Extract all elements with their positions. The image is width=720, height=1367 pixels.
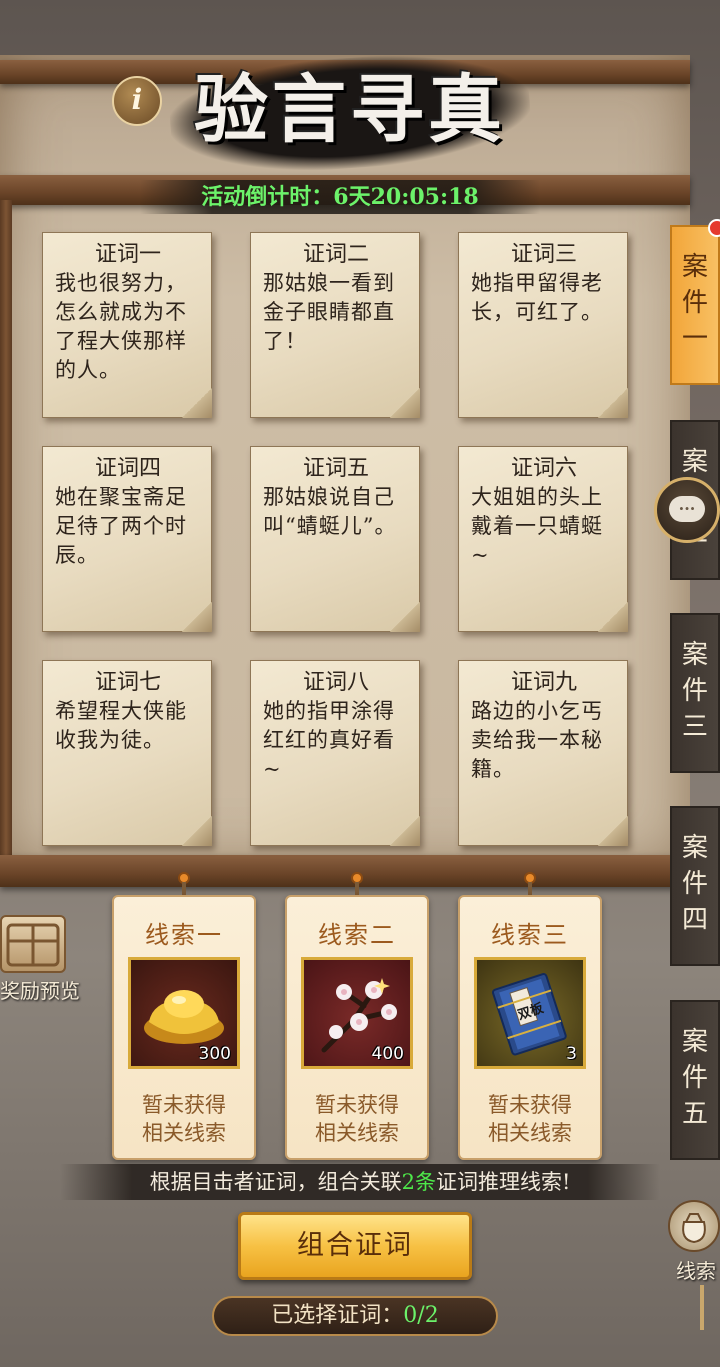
reward-preview-label[interactable]: 奖励预览: [0, 975, 90, 1004]
testimony-caption: 证词三: [510, 242, 577, 267]
clue-name: 线索一: [145, 921, 223, 949]
clue-status-line: 相关线索: [142, 1121, 226, 1145]
testimony-card-4[interactable]: 证词四 她在聚宝斋足足待了两个时辰。: [42, 446, 212, 632]
testimony-card-5[interactable]: 证词五 那姑娘说自己叫“蜻蜓儿”。: [250, 446, 420, 632]
chat-icon: ...: [669, 496, 705, 522]
paper-curl: [182, 816, 212, 846]
clue-card-3[interactable]: 线索三 双板 3 暂未获得 相关线索: [458, 895, 602, 1160]
countdown-timer: 活动倒计时：6天20:05:18: [140, 180, 540, 214]
testimony-card-8[interactable]: 证词八 她的指甲涂得红红的真好看~: [250, 660, 420, 846]
clue-bag-label[interactable]: 线索: [676, 1255, 720, 1284]
clue-card-2[interactable]: 线索二 400 暂未获得 相关线索: [285, 895, 429, 1160]
clue-name: 线索二: [318, 921, 396, 949]
selected-value: 0/2: [403, 1303, 439, 1328]
testimony-text: 我也很努力，怎么就成为不了程大侠那样的人。: [55, 271, 187, 382]
testimony-text: 大姐姐的头上戴着一只蜻蜓~: [471, 485, 603, 567]
paper-curl: [598, 816, 628, 846]
hint-suffix: 证词推理线索!: [435, 1170, 571, 1194]
paper-curl: [598, 602, 628, 632]
clue-item-frame[interactable]: 400: [301, 957, 413, 1069]
testimony-card-7[interactable]: 证词七 希望程大侠能收我为徒。: [42, 660, 212, 846]
tab-case-3[interactable]: 案件三: [670, 613, 720, 773]
testimony-caption: 证词六: [510, 456, 577, 481]
page-title: 验言寻真: [194, 67, 506, 153]
testimony-text: 她的指甲涂得红红的真好看~: [263, 699, 395, 781]
clue-item-frame[interactable]: 300: [128, 957, 240, 1069]
testimony-card-3[interactable]: 证词三 她指甲留得老长，可红了。: [458, 232, 628, 418]
tassel: [700, 1285, 704, 1330]
testimony-card-1[interactable]: 证词一 我也很努力，怎么就成为不了程大侠那样的人。: [42, 232, 212, 418]
clue-status-line: 暂未获得: [315, 1093, 399, 1117]
testimony-text: 希望程大侠能收我为徒。: [55, 699, 187, 752]
testimony-text: 那姑娘说自己叫“蜻蜓儿”。: [263, 485, 397, 538]
hint-prefix: 根据目击者证词，组合关联: [149, 1170, 402, 1194]
paper-curl: [390, 602, 420, 632]
testimony-caption: 证词五: [302, 456, 369, 481]
clue-name: 线索三: [491, 921, 569, 949]
testimony-text: 路边的小乞丐卖给我一本秘籍。: [471, 699, 603, 781]
clue-status-line: 相关线索: [488, 1121, 572, 1145]
reward-chest-icon[interactable]: [0, 915, 66, 973]
bottom-beam: [0, 855, 690, 887]
paper-curl: [182, 602, 212, 632]
testimony-card-2[interactable]: 证词二 那姑娘一看到金子眼睛都直了！: [250, 232, 420, 418]
testimony-text: 她指甲留得老长，可红了。: [471, 271, 603, 324]
clue-card-1[interactable]: 线索一 300 暂未获得 相关线索: [112, 895, 256, 1160]
clue-status-line: 相关线索: [315, 1121, 399, 1145]
info-icon[interactable]: i: [112, 76, 162, 126]
left-post: [0, 200, 12, 860]
item-count: 3: [566, 1044, 577, 1064]
testimony-caption: 证词七: [94, 670, 161, 695]
selected-label: 已选择证词：: [271, 1303, 404, 1328]
paper-curl: [182, 388, 212, 418]
notification-dot: [708, 219, 720, 237]
clue-status: 暂未获得 相关线索: [460, 1091, 600, 1147]
combine-testimony-button[interactable]: 组合证词: [238, 1212, 472, 1280]
testimony-text: 她在聚宝斋足足待了两个时辰。: [55, 485, 187, 567]
paper-curl: [598, 388, 628, 418]
paper-curl: [390, 816, 420, 846]
clue-bag-icon[interactable]: [668, 1200, 720, 1252]
item-count: 300: [198, 1044, 231, 1064]
countdown-value: 6天20:05:18: [333, 184, 479, 210]
item-count: 400: [371, 1044, 404, 1064]
testimony-card-9[interactable]: 证词九 路边的小乞丐卖给我一本秘籍。: [458, 660, 628, 846]
hint-highlight: 2条: [401, 1170, 436, 1194]
clue-status-line: 暂未获得: [142, 1093, 226, 1117]
testimony-caption: 证词四: [94, 456, 161, 481]
testimony-text: 那姑娘一看到金子眼睛都直了！: [263, 271, 395, 353]
hint-text: 根据目击者证词，组合关联2条证词推理线索!: [60, 1164, 660, 1200]
testimony-caption: 证词二: [302, 242, 369, 267]
tab-case-1[interactable]: 案件一: [670, 225, 720, 385]
clue-status: 暂未获得 相关线索: [114, 1091, 254, 1147]
clue-status-line: 暂未获得: [488, 1093, 572, 1117]
testimony-caption: 证词九: [510, 670, 577, 695]
testimony-caption: 证词一: [94, 242, 161, 267]
testimony-caption: 证词八: [302, 670, 369, 695]
clue-status: 暂未获得 相关线索: [287, 1091, 427, 1147]
tab-case-5[interactable]: 案件五: [670, 1000, 720, 1160]
selected-testimony-counter: 已选择证词：0/2: [212, 1296, 498, 1336]
testimony-card-6[interactable]: 证词六 大姐姐的头上戴着一只蜻蜓~: [458, 446, 628, 632]
clue-item-frame[interactable]: 双板 3: [474, 957, 586, 1069]
paper-curl: [390, 388, 420, 418]
tab-case-4[interactable]: 案件四: [670, 806, 720, 966]
countdown-label: 活动倒计时：: [201, 184, 334, 210]
